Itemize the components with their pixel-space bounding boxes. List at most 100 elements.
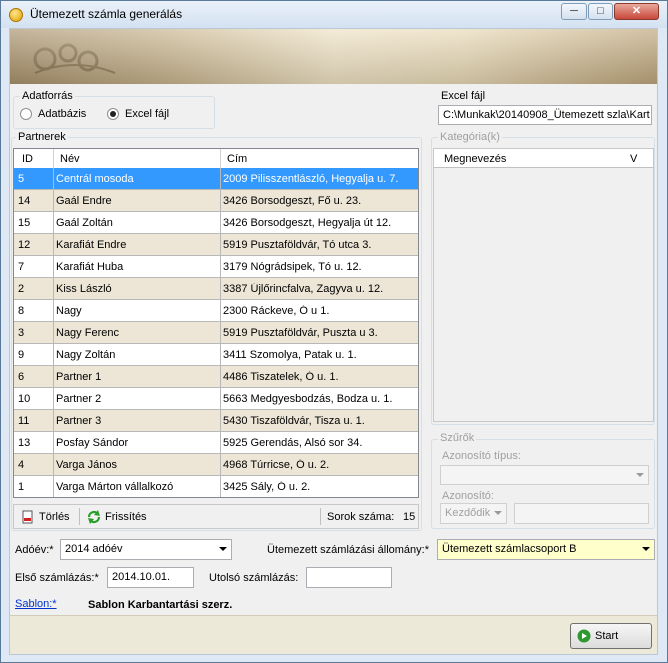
- radio-database-label: Adatbázis: [38, 108, 87, 120]
- col-divider: [220, 256, 221, 278]
- col-divider: [220, 322, 221, 344]
- cell-address: 3179 Nógrádsipek, Tó u. 12.: [223, 261, 362, 273]
- table-row[interactable]: 13 Posfay Sándor 5925 Gerendás, Alsó sor 3…: [14, 432, 418, 454]
- cell-id: 10: [18, 393, 31, 405]
- table-row[interactable]: 5 Centrál mosoda 2009 Pilisszentlászló, He…: [14, 168, 418, 190]
- first-billing-input[interactable]: 2014.10.01.: [107, 567, 194, 588]
- state-select[interactable]: Ütemezett számlacsoport B: [437, 539, 655, 560]
- col-divider: [220, 476, 221, 497]
- col-header-address[interactable]: Cím: [227, 153, 247, 165]
- table-row[interactable]: 14 Gaál Endre 3426 Borsodgeszt, Fő u. 23.: [14, 190, 418, 212]
- col-divider: [53, 300, 54, 322]
- cell-id: 9: [18, 349, 25, 361]
- year-select-value: 2014 adóév: [65, 543, 123, 555]
- start-label: Start: [595, 630, 619, 642]
- cell-name: Varga János: [56, 459, 117, 471]
- col-divider: [220, 234, 221, 256]
- id-type-select[interactable]: [440, 465, 649, 485]
- col-divider: [53, 322, 54, 344]
- col-divider: [53, 366, 54, 388]
- template-value: Sablon Karbantartási szerz.: [88, 599, 233, 611]
- state-label: Ütemezett számlázási állomány:*: [267, 544, 430, 556]
- table-row[interactable]: 8 Nagy 2300 Ráckeve, Ó u 1.: [14, 300, 418, 322]
- table-row[interactable]: 1 Varga Márton vállalkozó 3425 Sály, Ó u. …: [14, 476, 418, 497]
- table-row[interactable]: 12 Karafiát Endre 5919 Pusztaföldvár, Tó u…: [14, 234, 418, 256]
- app-icon: [9, 8, 23, 22]
- match-select-value: Kezdődik: [445, 507, 491, 519]
- col-divider: [220, 212, 221, 234]
- categories-list[interactable]: Megnevezés V: [433, 148, 654, 422]
- cell-address: 5919 Pusztaföldvár, Puszta u 3.: [223, 327, 378, 339]
- cell-name: Centrál mosoda: [56, 173, 134, 185]
- header-banner: [10, 29, 657, 84]
- table-row[interactable]: 2 Kiss László 3387 Újlőrincfalva, Zagyva u…: [14, 278, 418, 300]
- grid-header: ID Név Cím: [14, 149, 418, 169]
- banner-gradient: [10, 29, 657, 84]
- cat-col-name[interactable]: Megnevezés: [444, 153, 506, 165]
- rowcount-value: 15: [403, 511, 416, 523]
- col-header-id[interactable]: ID: [22, 153, 33, 165]
- cell-name: Nagy Ferenc: [56, 327, 119, 339]
- id-input[interactable]: [514, 503, 649, 524]
- table-row[interactable]: 7 Karafiát Huba 3179 Nógrádsipek, Tó u. 12…: [14, 256, 418, 278]
- table-row[interactable]: 4 Varga János 4968 Túrricse, Ó u. 2.: [14, 454, 418, 476]
- state-select-value: Ütemezett számlacsoport B: [442, 543, 577, 555]
- id-label: Azonosító:: [442, 490, 494, 502]
- chevron-down-icon: [219, 547, 227, 551]
- start-button[interactable]: Start: [570, 623, 652, 649]
- main-window: Ütemezett számla generálás ─ □ ✕ Adatfor…: [0, 0, 668, 663]
- col-divider: [53, 454, 54, 476]
- cell-id: 1: [18, 481, 25, 493]
- close-button[interactable]: ✕: [614, 3, 659, 20]
- col-divider: [220, 149, 221, 168]
- cell-name: Posfay Sándor: [56, 437, 129, 449]
- col-divider: [53, 476, 54, 497]
- table-row[interactable]: 11 Partner 3 5430 Tiszaföldvár, Tisza u. 1…: [14, 410, 418, 432]
- cell-id: 12: [18, 239, 31, 251]
- radio-database[interactable]: [20, 108, 32, 120]
- table-row[interactable]: 3 Nagy Ferenc 5919 Pusztaföldvár, Puszta u…: [14, 322, 418, 344]
- col-divider: [53, 410, 54, 432]
- col-header-name[interactable]: Név: [60, 153, 80, 165]
- col-divider: [53, 256, 54, 278]
- cell-id: 13: [18, 437, 31, 449]
- table-row[interactable]: 10 Partner 2 5663 Medgyesbodzás, Bodza u. …: [14, 388, 418, 410]
- cell-address: 3426 Borsodgeszt, Hegyalja út 12.: [223, 217, 392, 229]
- col-divider: [53, 432, 54, 454]
- datasource-legend: Adatforrás: [20, 90, 75, 102]
- partners-grid[interactable]: ID Név Cím 5 Centrál mosoda 2009 Pilisszen…: [13, 148, 419, 498]
- cell-id: 2: [18, 283, 25, 295]
- delete-button[interactable]: Törlés: [39, 511, 70, 523]
- template-link[interactable]: Sablon:*: [15, 598, 57, 610]
- minimize-button[interactable]: ─: [561, 3, 587, 20]
- col-divider: [53, 234, 54, 256]
- first-billing-label: Első számlázás:*: [15, 572, 99, 584]
- last-billing-input[interactable]: [306, 567, 392, 588]
- table-row[interactable]: 9 Nagy Zoltán 3411 Szomolya, Patak u. 1.: [14, 344, 418, 366]
- col-divider: [220, 454, 221, 476]
- cell-address: 5430 Tiszaföldvár, Tisza u. 1.: [223, 415, 365, 427]
- col-divider: [220, 432, 221, 454]
- refresh-button[interactable]: Frissítés: [105, 511, 147, 523]
- cell-name: Varga Márton vállalkozó: [56, 481, 174, 493]
- rowcount-label: Sorok száma:: [327, 511, 395, 523]
- excel-path-input[interactable]: C:\Munkak\20140908_Ütemezett szla\Kart: [438, 105, 652, 125]
- cell-id: 14: [18, 195, 31, 207]
- cell-id: 6: [18, 371, 25, 383]
- radio-excel[interactable]: [107, 108, 119, 120]
- match-select[interactable]: Kezdődik: [440, 503, 507, 524]
- maximize-button[interactable]: □: [588, 3, 613, 20]
- col-divider: [53, 149, 54, 168]
- cat-col-v[interactable]: V: [630, 153, 637, 165]
- title-bar[interactable]: Ütemezett számla generálás ─ □ ✕: [1, 1, 667, 28]
- year-label: Adóév:*: [15, 544, 54, 556]
- chevron-down-icon: [636, 473, 644, 477]
- table-row[interactable]: 15 Gaál Zoltán 3426 Borsodgeszt, Hegyalja …: [14, 212, 418, 234]
- year-select[interactable]: 2014 adóév: [60, 539, 232, 560]
- cell-address: 3411 Szomolya, Patak u. 1.: [223, 349, 357, 361]
- table-row[interactable]: 6 Partner 1 4486 Tiszatelek, Ó u. 1.: [14, 366, 418, 388]
- bottom-bar: [10, 615, 657, 654]
- categories-header: Megnevezés V: [434, 149, 653, 168]
- cell-id: 8: [18, 305, 25, 317]
- cell-id: 3: [18, 327, 25, 339]
